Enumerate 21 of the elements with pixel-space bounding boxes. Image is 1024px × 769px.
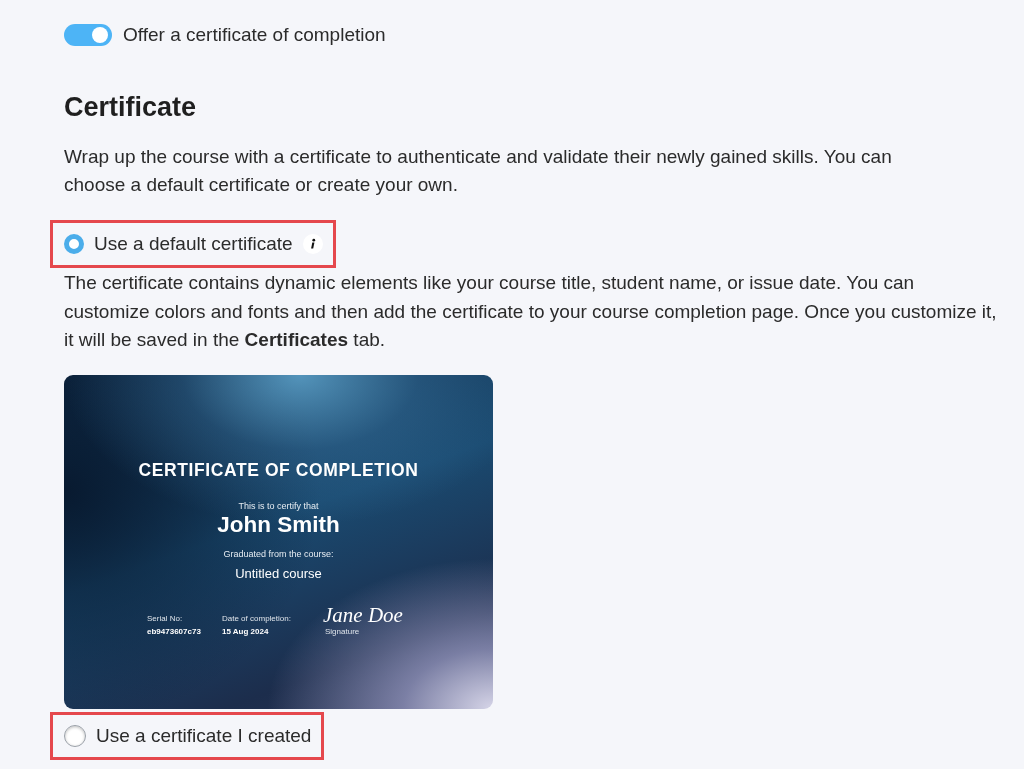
radio-button[interactable]: [64, 724, 86, 747]
toggle-switch[interactable]: [64, 24, 112, 46]
course-label: Graduated from the course:: [223, 547, 334, 560]
field-value: 15 Aug 2024: [222, 626, 270, 637]
field-label: Serial No:: [147, 613, 184, 624]
course-name: Untitled course: [235, 565, 322, 582]
section-heading: Certificate: [64, 91, 197, 123]
signature: Jane Doe: [323, 603, 403, 626]
option-description: The certificate contains dynamic elements like your course title, student name, or issue date. You can customize colors and fonts and then add the certificate to your course completion page. Once you customize it, it will be saved in the Certificates tab.: [64, 271, 998, 352]
info-icon[interactable]: [302, 234, 323, 254]
section-description: Wrap up the course with a certificate to authenticate and validate their newly gained skills. You can choose a default certificate or create your own.: [64, 145, 893, 197]
radio-label: Use a certificate I created: [96, 723, 312, 748]
radio-button[interactable]: [64, 234, 84, 254]
toggle-label: Offer a certificate of completion: [123, 23, 386, 47]
field-label: Date of completion:: [222, 613, 292, 624]
recipient-name: John Smith: [217, 511, 340, 538]
field-value: eb9473607c73: [147, 626, 202, 637]
certificate-title: CERTIFICATE OF COMPLETION: [138, 458, 419, 481]
radio-label: Use a default certificate: [94, 232, 293, 256]
certificate-intro: This is to certify that: [238, 499, 319, 512]
signature-label: Signature: [325, 626, 361, 637]
